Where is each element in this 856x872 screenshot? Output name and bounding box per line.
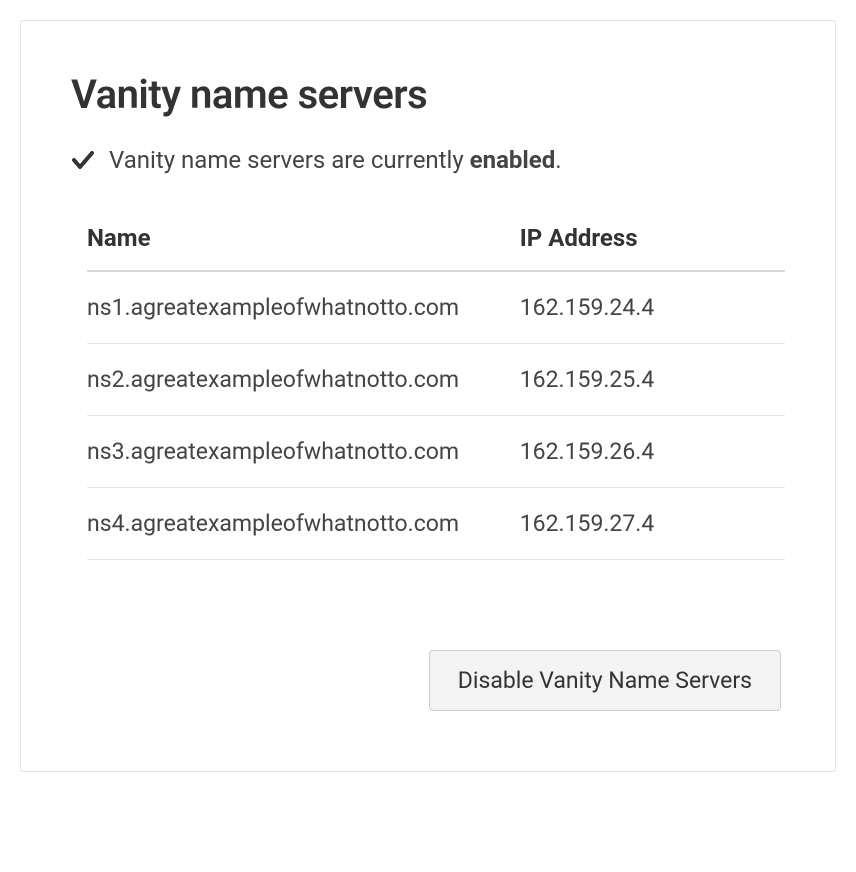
disable-vanity-ns-button[interactable]: Disable Vanity Name Servers [429, 650, 781, 711]
col-header-name: Name [87, 210, 520, 271]
status-prefix: Vanity name servers are currently [109, 146, 470, 174]
cell-ip: 162.159.25.4 [520, 344, 785, 416]
button-row: Disable Vanity Name Servers [71, 650, 785, 711]
cell-name: ns4.agreatexampleofwhatnotto.com [87, 488, 520, 560]
status-suffix: . [555, 146, 561, 174]
cell-name: ns2.agreatexampleofwhatnotto.com [87, 344, 520, 416]
vanity-ns-card: Vanity name servers Vanity name servers … [20, 20, 836, 772]
cell-name: ns3.agreatexampleofwhatnotto.com [87, 416, 520, 488]
col-header-ip: IP Address [520, 210, 785, 271]
cell-name: ns1.agreatexampleofwhatnotto.com [87, 271, 520, 344]
status-line: Vanity name servers are currently enable… [71, 146, 785, 174]
table-row: ns1.agreatexampleofwhatnotto.com 162.159… [87, 271, 785, 344]
cell-ip: 162.159.24.4 [520, 271, 785, 344]
table-row: ns4.agreatexampleofwhatnotto.com 162.159… [87, 488, 785, 560]
ns-table: Name IP Address ns1.agreatexampleofwhatn… [87, 210, 785, 560]
status-text: Vanity name servers are currently enable… [109, 146, 562, 174]
check-icon [71, 148, 95, 172]
ns-table-wrap: Name IP Address ns1.agreatexampleofwhatn… [71, 210, 785, 560]
table-row: ns3.agreatexampleofwhatnotto.com 162.159… [87, 416, 785, 488]
table-row: ns2.agreatexampleofwhatnotto.com 162.159… [87, 344, 785, 416]
status-state: enabled [470, 146, 556, 174]
cell-ip: 162.159.26.4 [520, 416, 785, 488]
page-title: Vanity name servers [71, 71, 785, 118]
cell-ip: 162.159.27.4 [520, 488, 785, 560]
